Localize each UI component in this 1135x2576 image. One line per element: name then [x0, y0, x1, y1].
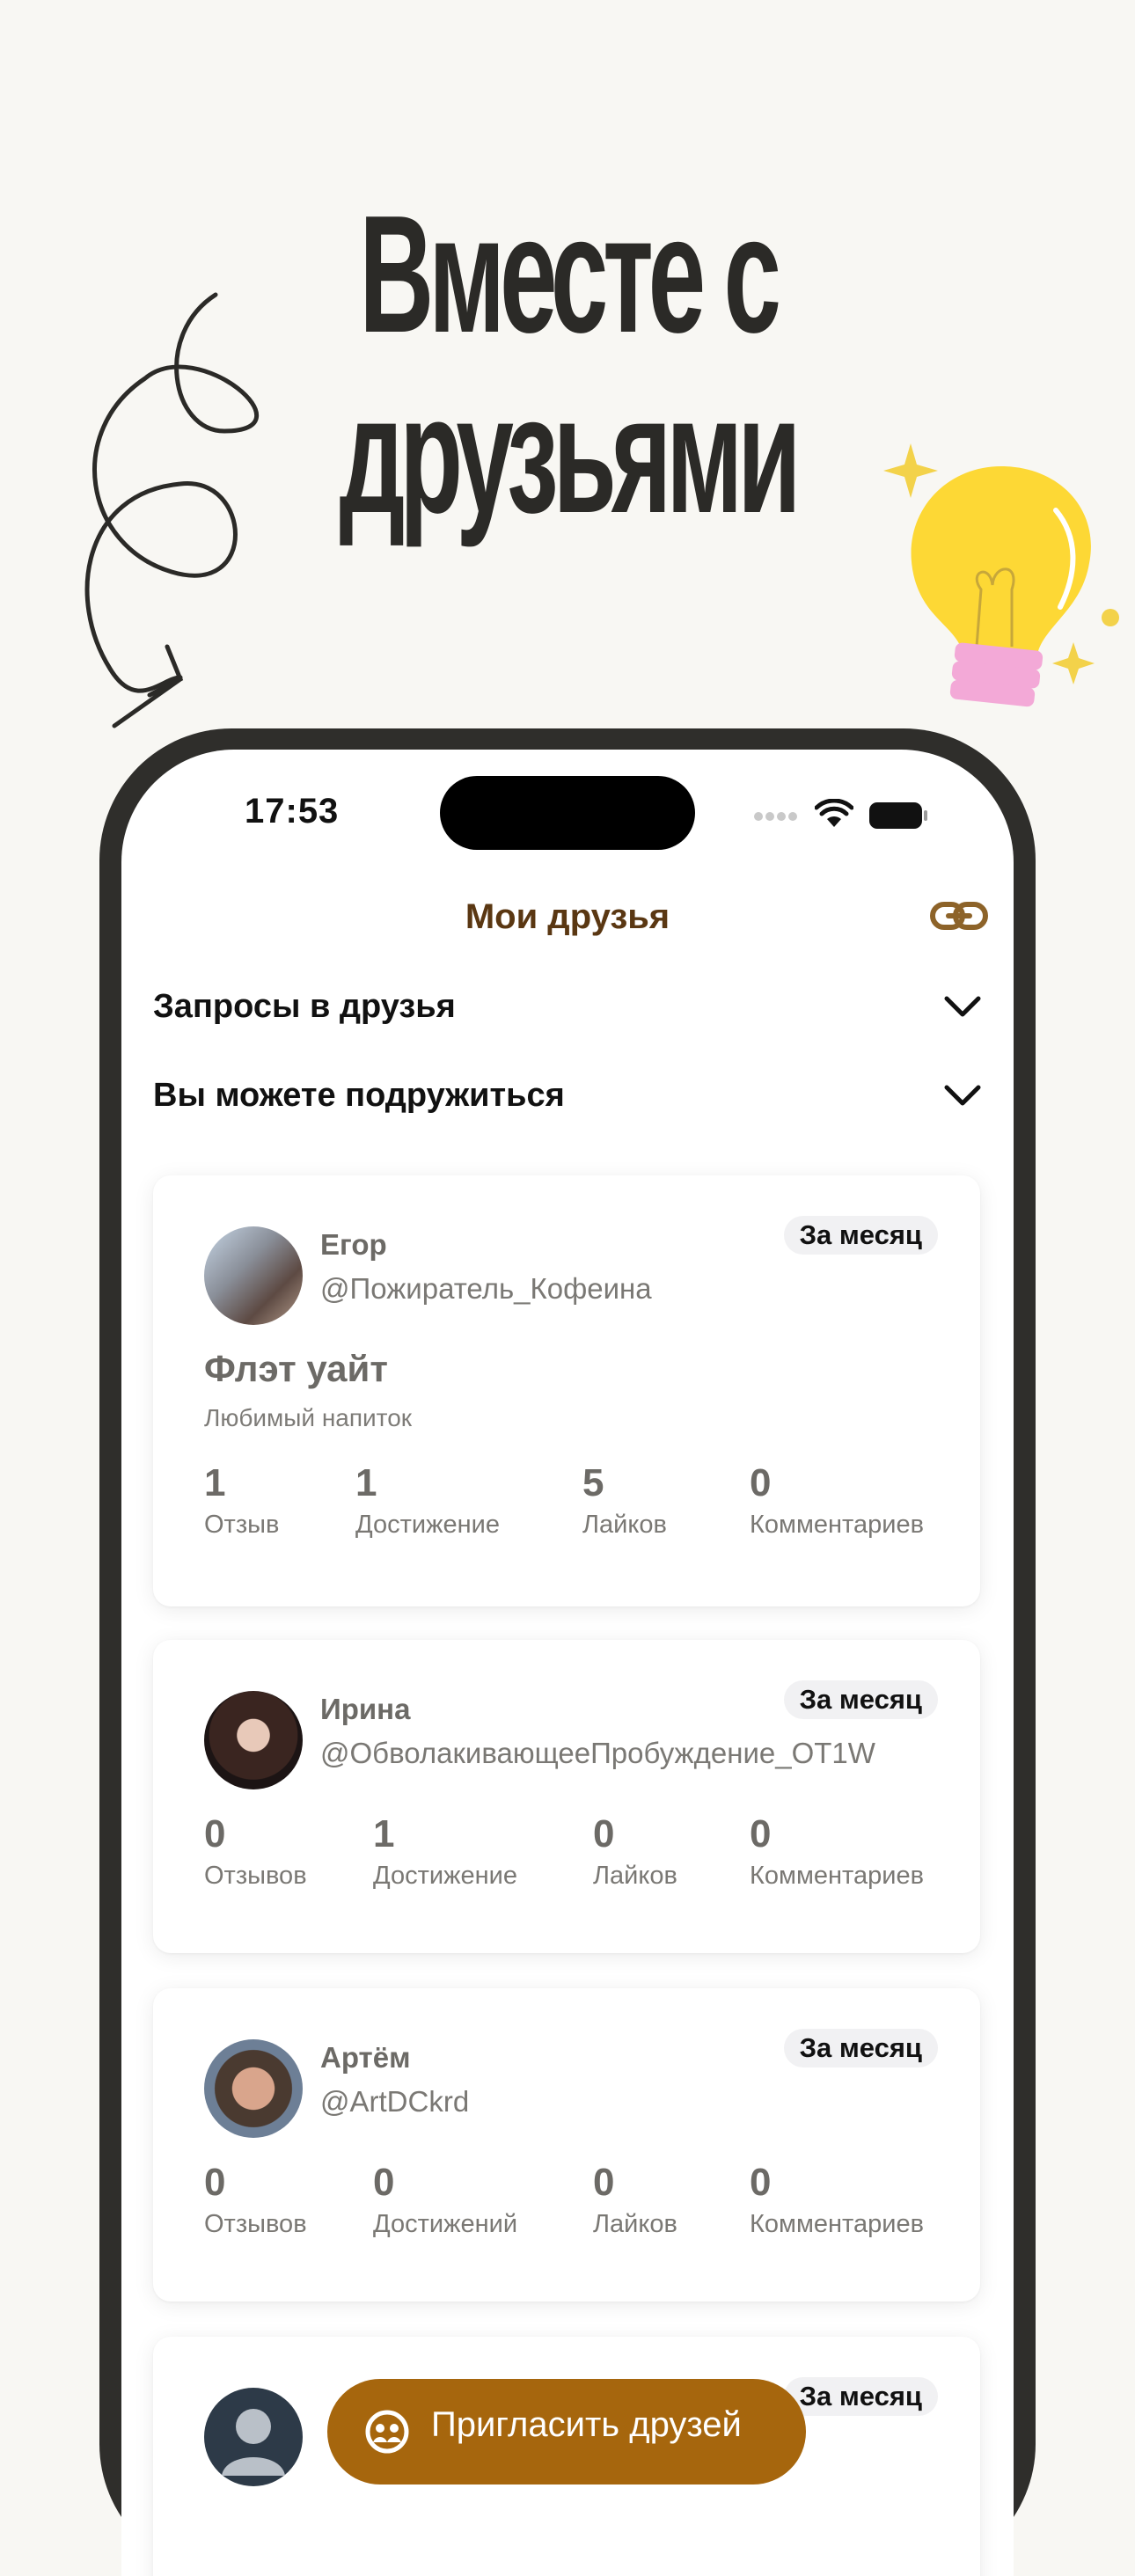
period-badge[interactable]: За месяц	[783, 1216, 938, 1255]
friend-requests-label: Запросы в друзья	[153, 987, 456, 1025]
favorite-drink: Флэт уайт	[204, 1348, 388, 1389]
friends-icon	[365, 2410, 409, 2454]
stat-comments: 0 Комментариев	[750, 1461, 924, 1539]
signal-icon	[754, 812, 797, 821]
invite-friends-label: Пригласить друзей	[431, 2405, 742, 2444]
page-title: Мои друзья	[465, 897, 670, 936]
friend-name: Артём	[320, 2041, 411, 2074]
stat-reviews: 0 Отзывов	[204, 2161, 307, 2238]
invite-friends-button[interactable]: Пригласить друзей	[327, 2379, 806, 2485]
suggestions-label: Вы можете подружиться	[153, 1076, 565, 1114]
friend-name: Ирина	[320, 1693, 411, 1725]
period-badge[interactable]: За месяц	[783, 1680, 938, 1719]
friend-handle: @ArtDCkrd	[320, 2085, 470, 2118]
spiral-arrow-doodle	[84, 292, 260, 728]
avatar	[204, 1226, 303, 1325]
friend-name: Егор	[320, 1228, 387, 1261]
stat-reviews: 1 Отзыв	[204, 1461, 280, 1539]
default-avatar-icon	[222, 2409, 285, 2476]
stat-achievements: 1 Достижение	[373, 1812, 517, 1890]
stat-reviews: 0 Отзывов	[204, 1812, 307, 1890]
friend-handle: @Пожиратель_Кофеина	[320, 1272, 652, 1305]
stat-likes: 0 Лайков	[593, 2161, 677, 2238]
headline-line-1: Вместе с	[359, 181, 781, 368]
phone-frame: 17:53 Мои друзья Запросы в друзья Вы мож…	[99, 728, 1036, 2576]
chevron-down-icon	[944, 996, 981, 1017]
friend-handle: @ОбволакивающееПробуждение_OT1W	[320, 1737, 875, 1769]
stat-likes: 5 Лайков	[582, 1461, 667, 1539]
stat-comments: 0 Комментариев	[750, 1812, 924, 1890]
stat-achievements: 0 Достижений	[373, 2161, 518, 2238]
stat-likes: 0 Лайков	[593, 1812, 677, 1890]
wifi-icon	[815, 799, 853, 827]
chevron-down-icon	[944, 1085, 981, 1106]
link-icon[interactable]	[929, 892, 989, 941]
friend-card[interactable]: Егор @Пожиратель_Кофеина За месяц Флэт у…	[153, 1175, 980, 1606]
phone-screen: 17:53 Мои друзья Запросы в друзья Вы мож…	[121, 750, 1014, 2576]
period-badge[interactable]: За месяц	[783, 2029, 938, 2067]
headline-line-2: друзьями	[339, 362, 802, 548]
period-badge[interactable]: За месяц	[783, 2377, 938, 2416]
status-time: 17:53	[245, 792, 340, 831]
favorite-drink-label: Любимый напиток	[204, 1404, 413, 1431]
friend-card[interactable]: Артём @ArtDCkrd За месяц 0 Отзывов 0 Дости…	[153, 1988, 980, 2302]
dynamic-island	[440, 776, 695, 850]
avatar	[204, 2388, 303, 2486]
stat-comments: 0 Комментариев	[750, 2161, 924, 2238]
stat-achievements: 1 Достижение	[355, 1461, 500, 1539]
friend-card[interactable]: Ирина @ОбволакивающееПробуждение_OT1W За…	[153, 1640, 980, 1953]
battery-icon	[869, 802, 927, 829]
friend-requests-section[interactable]: Запросы в друзья	[153, 980, 982, 1033]
avatar	[204, 2039, 303, 2138]
suggestions-section[interactable]: Вы можете подружиться	[153, 1069, 982, 1122]
avatar	[204, 1691, 303, 1789]
lightbulb-icon	[883, 443, 1119, 707]
